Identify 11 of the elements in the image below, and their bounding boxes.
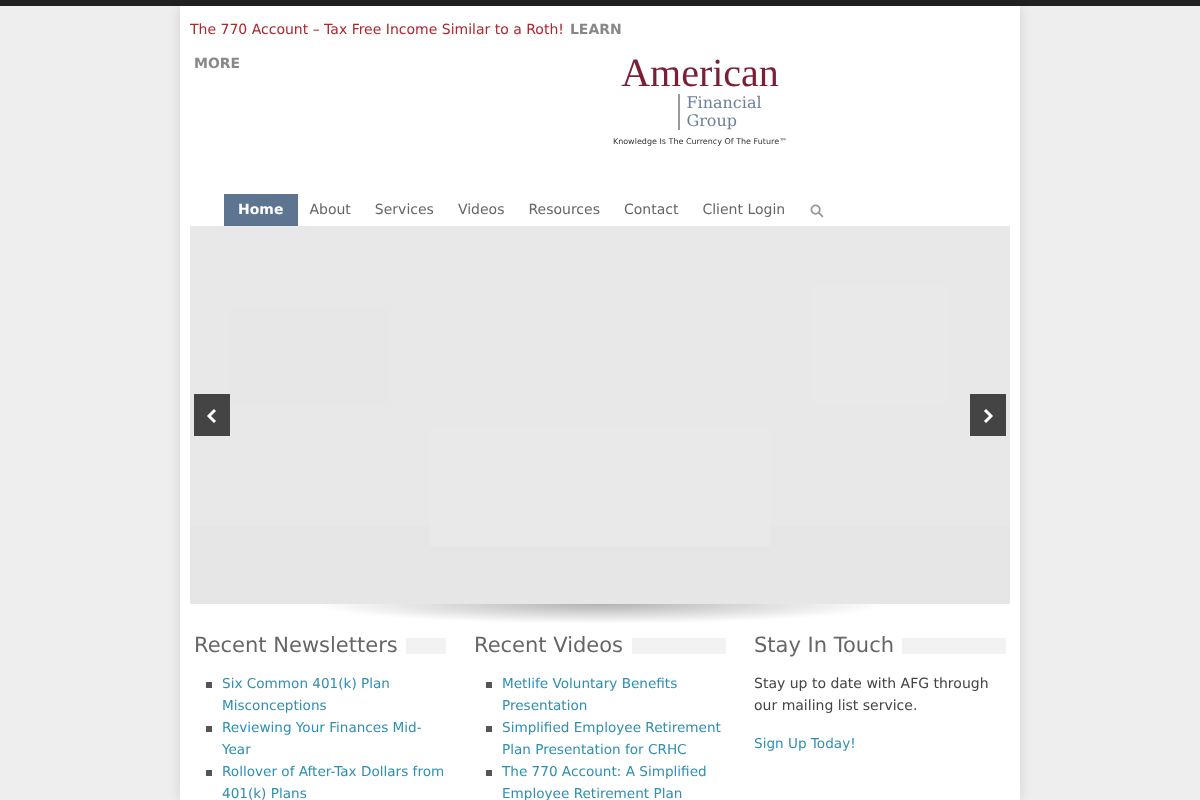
logo-subtitle: Financial <box>686 94 762 112</box>
widget-title: Recent Newsletters <box>194 634 398 658</box>
widget-title: Stay In Touch <box>754 634 894 658</box>
chevron-left-icon <box>206 407 218 423</box>
widget-title: Recent Videos <box>474 634 624 658</box>
logo-subtitle: Group <box>686 112 740 130</box>
logo-title: American <box>621 54 779 94</box>
next-button[interactable] <box>970 394 1006 436</box>
search-icon[interactable] <box>809 203 824 217</box>
previous-button[interactable] <box>194 394 230 436</box>
chevron-right-icon <box>982 407 994 423</box>
